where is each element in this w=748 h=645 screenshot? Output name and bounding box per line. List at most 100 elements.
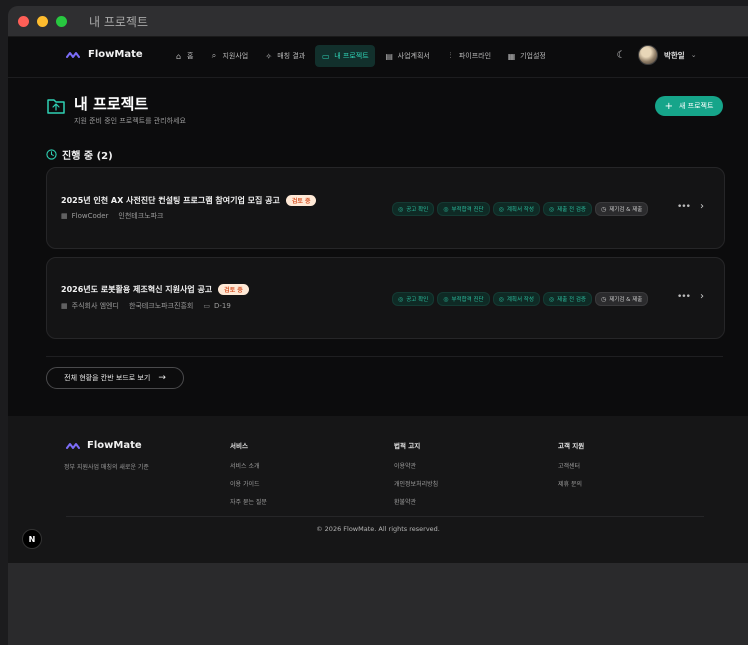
- building-icon: ▦: [61, 302, 68, 310]
- check-circle-icon: ◎: [443, 295, 449, 303]
- user-name: 박한일: [664, 50, 685, 60]
- footer-link[interactable]: 고객센터: [558, 461, 584, 470]
- agency-name: 인천테크노파크: [118, 212, 164, 220]
- project-meta: ▦ 주식회사 엠엔디 한국테크노파크진흥회 ▭ D-19: [61, 301, 231, 311]
- app-window: 내 프로젝트 FlowMate ⌂ 홈 ⌕ 지원사업 ✧ 매칭 결과 ▭ 내 프…: [8, 6, 748, 645]
- nav-item-label: 지원사업: [222, 52, 249, 60]
- kanban-board-label: 전체 현황을 칸반 보드로 보기: [64, 374, 151, 382]
- brand-logo[interactable]: FlowMate: [66, 49, 143, 60]
- search-icon: ⌕: [211, 51, 217, 60]
- plus-icon: +: [664, 100, 673, 112]
- nav-item-business-plan[interactable]: ▤ 사업계획서: [379, 45, 436, 67]
- folder-icon: [47, 99, 65, 114]
- more-icon[interactable]: •••: [677, 202, 691, 212]
- step-label: 제기검 & 제출: [609, 207, 643, 213]
- project-company: ▦ FlowCoder: [61, 212, 108, 220]
- check-circle-icon: ◎: [498, 205, 504, 213]
- page-header: 내 프로젝트 지원 준비 중인 프로젝트를 관리하세요: [46, 95, 186, 126]
- flowmate-logo-icon: [66, 442, 80, 449]
- footer-column-title: 서비스: [230, 442, 248, 450]
- footer-link[interactable]: 자주 묻는 질문: [230, 497, 267, 506]
- close-window-button[interactable]: [18, 15, 29, 27]
- step-chip: ◎ 공고 확인: [392, 202, 435, 216]
- nav-item-company-settings[interactable]: ▦ 기업설정: [501, 45, 552, 67]
- step-label: 계획서 작성: [506, 207, 534, 213]
- step-chip: ◎ 제출 전 검증: [542, 202, 592, 216]
- footer-tagline: 정부 지원사업 매칭의 새로운 기준: [64, 464, 149, 471]
- page-title: 내 프로젝트: [74, 95, 149, 113]
- clock-icon: ◷: [600, 295, 607, 303]
- step-label: 제출 전 검증: [557, 297, 586, 303]
- page-header-text: 내 프로젝트 지원 준비 중인 프로젝트를 관리하세요: [74, 95, 186, 126]
- chevron-right-icon[interactable]: ›: [700, 201, 704, 212]
- nav-item-matching[interactable]: ✧ 매칭 결과: [258, 45, 311, 67]
- footer-link[interactable]: 환불약관: [394, 497, 438, 506]
- footer-link[interactable]: 제휴 문의: [558, 479, 584, 488]
- folder-icon: ▭: [321, 51, 330, 61]
- company-name: 주식회사 엠엔디: [71, 302, 119, 310]
- sparkle-icon: ✧: [265, 51, 273, 61]
- new-project-label: 새 프로젝트: [678, 102, 714, 110]
- divider: [46, 356, 723, 357]
- window-titlebar: 내 프로젝트: [8, 6, 748, 37]
- step-chip: ◎ 계획서 작성: [492, 292, 540, 306]
- check-circle-icon: ◎: [443, 205, 449, 213]
- step-chip: ◎ 계획서 작성: [492, 202, 540, 216]
- check-circle-icon: ◎: [548, 205, 555, 213]
- pipeline-icon: ⫶: [449, 51, 452, 60]
- more-icon[interactable]: •••: [677, 292, 691, 302]
- user-menu[interactable]: 박한일 ⌄: [638, 45, 697, 65]
- project-card[interactable]: 2025년 인천 AX 사전진단 컨설팅 프로그램 참여기업 모집 공고 검토 …: [46, 167, 725, 249]
- step-chip: ◎ 공고 확인: [392, 292, 435, 306]
- progress-steps: ◎ 공고 확인 ◎ 부적합격 진단 ◎ 계획서 작성 ◎ 제출 전 검증 ◷ 제기검 & …: [392, 202, 649, 216]
- footer-link[interactable]: 서비스 소개: [230, 461, 267, 470]
- step-chip: ◎ 제출 전 검증: [542, 292, 592, 306]
- check-circle-icon: ◎: [548, 295, 555, 303]
- project-title-row: 2025년 인천 AX 사전진단 컨설팅 프로그램 참여기업 모집 공고 검토 …: [61, 195, 317, 206]
- step-label: 공고 확인: [406, 207, 429, 213]
- card-actions: ••• ›: [677, 201, 704, 212]
- footer-column-legal: 법적 고지 이용약관 개인정보처리방침 환불약관: [394, 440, 438, 515]
- nextjs-devtools-icon[interactable]: N: [22, 529, 42, 549]
- project-card[interactable]: 2026년도 로봇활용 제조혁신 지원사업 공고 검토 중 ▦ 주식회사 엠엔디…: [46, 257, 725, 339]
- section-in-progress: 진행 중 (2): [46, 147, 113, 162]
- step-label: 공고 확인: [406, 297, 429, 303]
- nav-item-pipeline[interactable]: ⫶ 파이프라인: [440, 45, 497, 67]
- document-icon: ▤: [385, 51, 393, 61]
- nav-item-label: 매칭 결과: [277, 52, 306, 60]
- footer-link[interactable]: 이용약관: [394, 461, 438, 470]
- new-project-button[interactable]: + 새 프로젝트: [655, 96, 723, 116]
- kanban-board-button[interactable]: 전체 현황을 칸반 보드로 보기 →: [46, 367, 184, 389]
- step-chip: ◷ 제기검 & 제출: [594, 202, 649, 216]
- project-title: 2025년 인천 AX 사전진단 컨설팅 프로그램 참여기업 모집 공고: [61, 196, 280, 205]
- project-deadline: ▭ D-19: [203, 302, 230, 310]
- footer-column-title: 법적 고지: [394, 442, 421, 450]
- avatar: [638, 45, 658, 65]
- footer-link[interactable]: 이용 가이드: [230, 479, 267, 488]
- chevron-right-icon[interactable]: ›: [700, 291, 704, 302]
- step-label: 제기검 & 제출: [609, 297, 643, 303]
- top-navbar: FlowMate ⌂ 홈 ⌕ 지원사업 ✧ 매칭 결과 ▭ 내 프로젝트 ▤ 사…: [8, 37, 748, 78]
- nav-item-my-projects[interactable]: ▭ 내 프로젝트: [315, 45, 375, 67]
- nav-item-label: 파이프라인: [458, 52, 492, 60]
- building-icon: ▦: [507, 51, 516, 61]
- main-nav: ⌂ 홈 ⌕ 지원사업 ✧ 매칭 결과 ▭ 내 프로젝트 ▤ 사업계획서 ⫶ 파이…: [168, 45, 552, 67]
- section-title: 진행 중 (2): [62, 151, 113, 162]
- footer-link[interactable]: 개인정보처리방침: [394, 479, 438, 488]
- minimize-window-button[interactable]: [37, 15, 48, 27]
- nav-item-home[interactable]: ⌂ 홈: [168, 45, 199, 67]
- chevron-down-icon: ⌄: [690, 51, 697, 59]
- check-circle-icon: ◎: [398, 295, 404, 303]
- footer-brand[interactable]: FlowMate: [66, 440, 142, 451]
- company-name: FlowCoder: [71, 212, 109, 220]
- footer-column-service: 서비스 서비스 소개 이용 가이드 자주 묻는 질문: [230, 440, 267, 515]
- moon-icon[interactable]: ☾: [614, 50, 628, 61]
- nav-item-label: 홈: [187, 52, 194, 60]
- nav-item-label: 기업설정: [520, 52, 546, 60]
- footer: FlowMate 정부 지원사업 매칭의 새로운 기준 서비스 서비스 소개 이…: [8, 416, 748, 563]
- step-chip: ◷ 제기검 & 제출: [594, 292, 649, 306]
- nav-item-programs[interactable]: ⌕ 지원사업: [203, 45, 254, 67]
- calendar-icon: ▭: [203, 302, 210, 310]
- project-title-row: 2026년도 로봇활용 제조혁신 지원사업 공고 검토 중: [61, 284, 249, 295]
- zoom-window-button[interactable]: [56, 15, 67, 27]
